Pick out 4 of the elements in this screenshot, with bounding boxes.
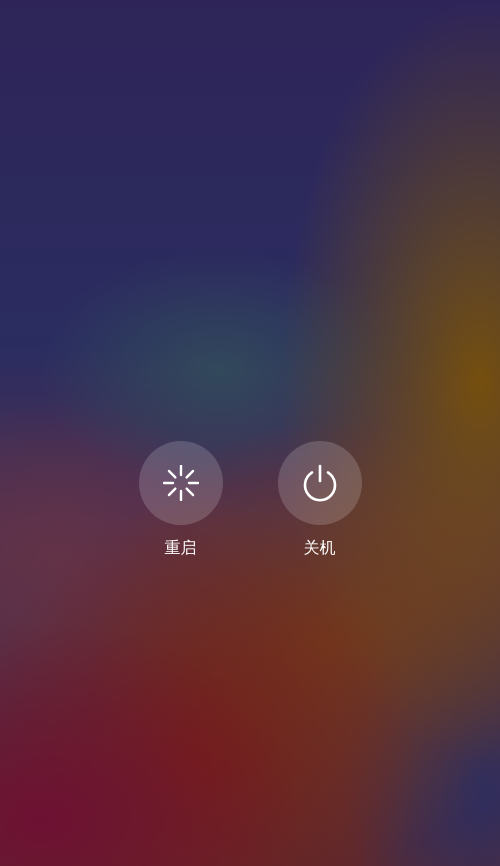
- power-icon: [300, 464, 338, 502]
- spinner-icon: [162, 465, 198, 501]
- button-label: 重启: [164, 538, 196, 558]
- button-label: 关机: [304, 538, 336, 558]
